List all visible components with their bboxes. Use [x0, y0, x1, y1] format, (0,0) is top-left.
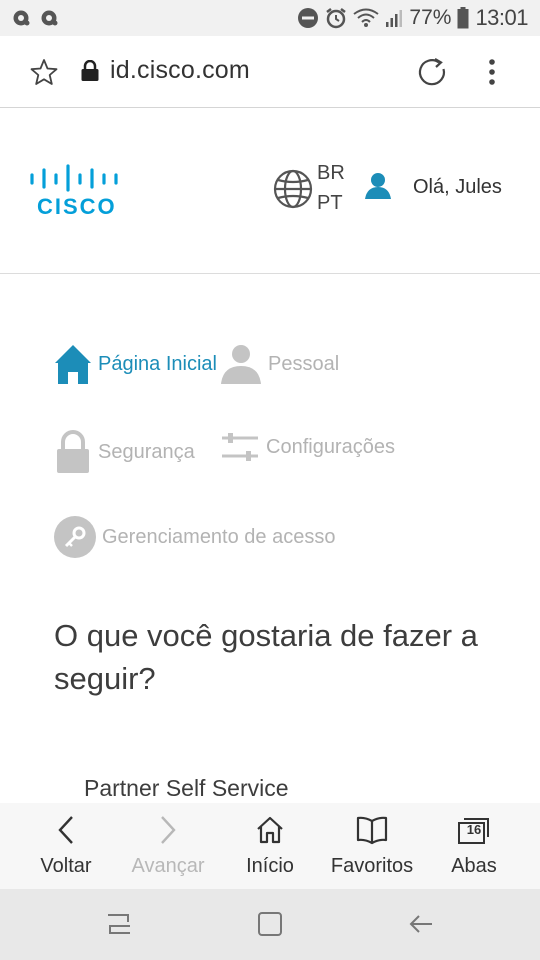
- nav-label-access-management: Gerenciamento de acesso: [102, 525, 336, 548]
- home-label: Início: [246, 855, 294, 877]
- back-label: Voltar: [40, 855, 92, 877]
- chevron-right-icon: [161, 816, 176, 844]
- nav-label-personal: Pessoal: [268, 352, 340, 375]
- home-icon: [55, 345, 91, 384]
- section-heading: O que você gostaria de fazer a seguir?: [54, 618, 478, 696]
- chevron-left-icon: [58, 816, 73, 844]
- reload-icon[interactable]: [416, 56, 448, 88]
- language-code: PT: [317, 192, 343, 214]
- signal-icon: [386, 10, 403, 27]
- back-button[interactable]: Voltar: [16, 803, 116, 889]
- logo-wordmark[interactable]: CISCO: [37, 194, 117, 220]
- padlock-icon: [57, 430, 89, 473]
- status-bar: 77% 13:01: [0, 0, 540, 36]
- person-icon: [221, 345, 261, 384]
- globe-icon[interactable]: [272, 168, 314, 210]
- favorites-label: Favoritos: [330, 855, 414, 877]
- url-bar: id.cisco.com: [0, 36, 540, 108]
- nav-label-settings: Configurações: [266, 435, 395, 458]
- recent-apps-icon[interactable]: [106, 911, 132, 937]
- browser-toolbar: Voltar Avançar Início Favoritos 16 Abas: [0, 803, 540, 889]
- home-nav-icon[interactable]: [257, 911, 283, 937]
- tab-count: 16: [466, 822, 482, 837]
- partner-self-service-link[interactable]: Partner Self Service: [84, 775, 289, 802]
- forward-label: Avançar: [131, 855, 205, 877]
- home-button[interactable]: Início: [220, 803, 320, 889]
- lock-icon: [81, 60, 99, 81]
- battery-percent: 77%: [409, 6, 452, 29]
- key-icon: [54, 516, 96, 558]
- battery-icon: [457, 7, 469, 29]
- nav-item-personal[interactable]: Pessoal: [220, 344, 339, 384]
- user-icon[interactable]: [364, 172, 392, 200]
- clock: 13:01: [475, 5, 528, 30]
- forward-button[interactable]: Avançar: [118, 803, 218, 889]
- back-nav-icon[interactable]: [408, 911, 434, 937]
- notification-icon: [41, 10, 58, 26]
- nav-label-security: Segurança: [98, 440, 195, 463]
- notification-icon: [13, 10, 30, 26]
- tabs-button[interactable]: 16 Abas: [424, 803, 524, 889]
- nav-item-access-management[interactable]: Gerenciamento de acesso: [54, 516, 335, 558]
- nav-item-settings[interactable]: Configurações: [220, 430, 395, 464]
- wifi-icon: [353, 8, 380, 27]
- alarm-icon: [326, 8, 347, 29]
- nav-item-home[interactable]: Página Inicial: [54, 344, 217, 384]
- url-text[interactable]: id.cisco.com: [110, 56, 250, 85]
- nav-item-security[interactable]: Segurança: [54, 430, 195, 474]
- language-country: BR: [317, 162, 345, 184]
- home-outline-icon: [257, 816, 283, 844]
- tabs-label: Abas: [451, 855, 497, 877]
- nav-label-home: Página Inicial: [98, 352, 217, 375]
- sliders-icon: [222, 433, 258, 461]
- more-menu-icon[interactable]: [488, 58, 496, 86]
- do-not-disturb-icon: [298, 8, 319, 28]
- user-greeting[interactable]: Olá, Jules: [413, 176, 502, 199]
- language-selector[interactable]: BR PT: [317, 158, 345, 218]
- android-navigation-bar: [0, 889, 540, 960]
- cisco-logo-icon[interactable]: [30, 164, 122, 192]
- favorites-button[interactable]: Favoritos: [322, 803, 422, 889]
- book-icon: [356, 816, 388, 845]
- site-header: CISCO BR PT Olá, Jules: [0, 108, 540, 274]
- notification-icons: [12, 9, 60, 27]
- bookmark-star-icon[interactable]: [30, 58, 58, 86]
